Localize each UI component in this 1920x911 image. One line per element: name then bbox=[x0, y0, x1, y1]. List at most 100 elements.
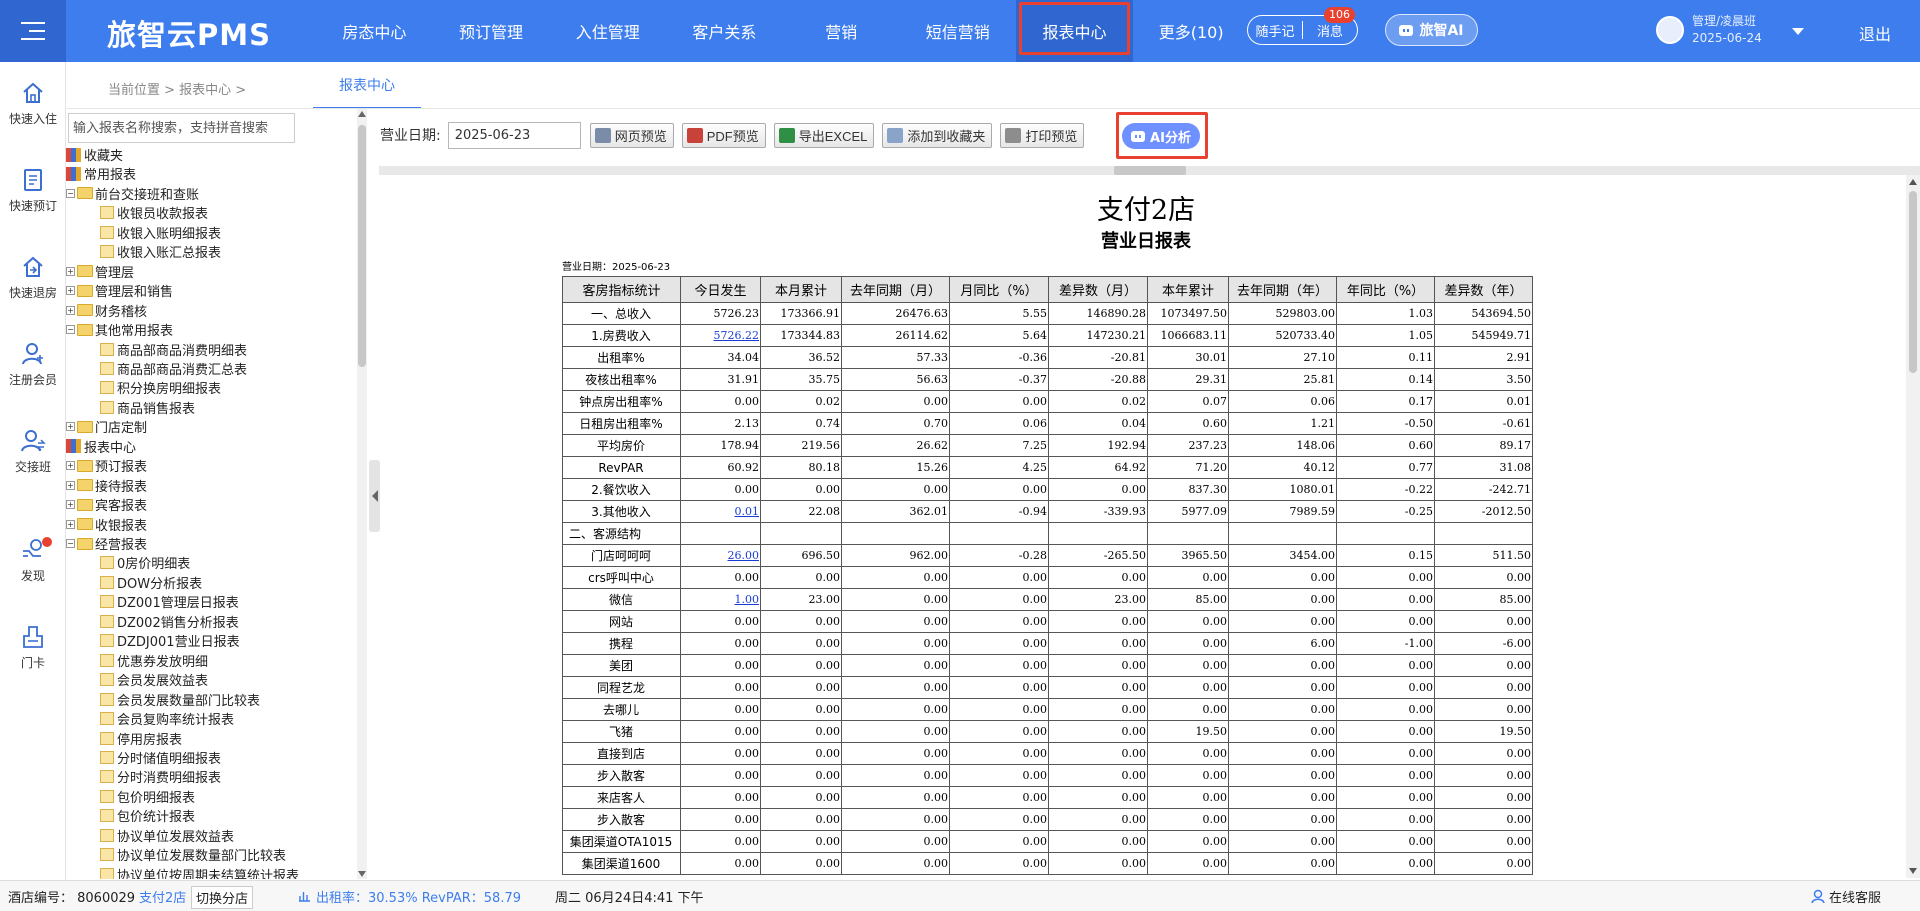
tree-item-label: 协议单位发展数量部门比较表 bbox=[117, 849, 287, 865]
value-cell: -0.50 bbox=[1336, 412, 1435, 435]
expand-icon[interactable]: + bbox=[66, 500, 75, 510]
logout-button[interactable]: 退出 bbox=[1859, 21, 1891, 45]
expand-icon[interactable]: + bbox=[66, 422, 75, 432]
tree-item[interactable]: DZ001管理层日报表 bbox=[100, 592, 239, 611]
ai-assistant-button[interactable]: 旅智AI bbox=[1385, 14, 1478, 46]
export-excel-button[interactable]: 导出EXCEL bbox=[773, 122, 875, 148]
expand-icon[interactable]: + bbox=[66, 480, 75, 490]
tree-item[interactable]: 收藏夹 bbox=[66, 145, 123, 164]
tree-item[interactable]: DZ002销售分析报表 bbox=[100, 612, 239, 631]
tree-item[interactable]: 收银入账汇总报表 bbox=[100, 242, 221, 261]
tree-scrollbar[interactable] bbox=[357, 109, 367, 879]
tree-item[interactable]: 常用报表 bbox=[66, 164, 136, 183]
nav-room-status[interactable]: 房态中心 bbox=[316, 0, 433, 62]
nav-reservations[interactable]: 预订管理 bbox=[433, 0, 550, 62]
nav-reports[interactable]: 报表中心 bbox=[1016, 0, 1133, 62]
collapse-icon[interactable]: − bbox=[66, 539, 75, 548]
tree-item[interactable]: 商品部商品消费明细表 bbox=[100, 340, 247, 359]
tree-item[interactable]: 协议单位发展数量部门比较表 bbox=[100, 845, 286, 864]
rail-discover[interactable]: 发现 bbox=[0, 537, 66, 584]
tree-item[interactable]: 收银入账明细报表 bbox=[100, 223, 221, 242]
tree-item[interactable]: − 经营报表 bbox=[66, 534, 147, 553]
report-scroll-thumb[interactable] bbox=[1909, 191, 1917, 373]
tree-item[interactable]: 商品部商品消费汇总表 bbox=[100, 359, 247, 378]
tree-item[interactable]: + 门店定制 bbox=[66, 417, 147, 436]
business-date-input[interactable] bbox=[447, 121, 581, 149]
tree-scroll-thumb[interactable] bbox=[358, 125, 366, 367]
switch-store-button[interactable]: 切换分店 bbox=[191, 886, 254, 909]
tree-item[interactable]: 包价统计报表 bbox=[100, 806, 195, 825]
rail-quick-checkin[interactable]: 快速入住 bbox=[0, 80, 66, 127]
tree-item[interactable]: 停用房报表 bbox=[100, 729, 182, 748]
report-scrollbar[interactable] bbox=[1906, 175, 1920, 878]
tree-item[interactable]: 协议单位发展效益表 bbox=[100, 826, 234, 845]
tree-item[interactable]: 0房价明细表 bbox=[100, 553, 190, 572]
tree-item[interactable]: 会员发展数量部门比较表 bbox=[100, 690, 260, 709]
drilldown-link[interactable]: 0.01 bbox=[735, 505, 760, 518]
scroll-up-icon[interactable] bbox=[358, 111, 366, 117]
nav-customers[interactable]: 客户关系 bbox=[666, 0, 783, 62]
expand-icon[interactable]: + bbox=[66, 461, 75, 471]
notes-button[interactable]: 随手记 bbox=[1248, 21, 1302, 40]
tree-item[interactable]: + 收银报表 bbox=[66, 515, 147, 534]
chevron-down-icon[interactable] bbox=[1792, 28, 1804, 35]
scroll-up-icon[interactable] bbox=[1909, 179, 1917, 185]
value-cell: 362.01 bbox=[841, 500, 950, 523]
collapse-icon[interactable]: − bbox=[66, 188, 75, 198]
tree-item[interactable]: 分时消费明细报表 bbox=[100, 767, 221, 786]
tree-item[interactable]: + 预订报表 bbox=[66, 456, 147, 475]
ai-analysis-button[interactable]: AI分析 bbox=[1122, 123, 1200, 149]
messages-button[interactable]: 消息 bbox=[1303, 21, 1357, 40]
rail-quick-checkout[interactable]: 快速退房 bbox=[0, 254, 66, 301]
tab-report-center[interactable]: 报表中心 bbox=[313, 62, 421, 109]
drilldown-link[interactable]: 26.00 bbox=[728, 549, 760, 562]
nav-marketing[interactable]: 营销 bbox=[783, 0, 900, 62]
tree-item[interactable]: − 其他常用报表 bbox=[66, 320, 173, 339]
expand-icon[interactable]: + bbox=[66, 519, 75, 529]
current-store-link[interactable]: 支付2店 bbox=[139, 887, 186, 906]
scroll-down-icon[interactable] bbox=[358, 871, 366, 877]
expand-icon[interactable]: + bbox=[66, 286, 75, 296]
tree-item[interactable]: + 接待报表 bbox=[66, 476, 147, 495]
drilldown-link[interactable]: 1.00 bbox=[735, 593, 760, 606]
nav-sms-marketing[interactable]: 短信营销 bbox=[899, 0, 1016, 62]
tree-item[interactable]: 包价明细报表 bbox=[100, 787, 195, 806]
tree-item[interactable]: 分时储值明细报表 bbox=[100, 748, 221, 767]
web-preview-button[interactable]: 网页预览 bbox=[589, 122, 674, 148]
tree-item[interactable]: 协议单位按周期未结算统计报表 bbox=[100, 865, 299, 879]
nav-more[interactable]: 更多(10) bbox=[1133, 0, 1250, 62]
tree-item[interactable]: + 财务稽核 bbox=[66, 301, 147, 320]
rail-quick-booking[interactable]: 快速预订 bbox=[0, 167, 66, 214]
nav-checkin[interactable]: 入住管理 bbox=[549, 0, 666, 62]
tree-item[interactable]: 收银员收款报表 bbox=[100, 203, 208, 222]
tree-item[interactable]: 会员发展效益表 bbox=[100, 670, 208, 689]
tree-item[interactable]: + 管理层和销售 bbox=[66, 281, 173, 300]
expand-icon[interactable]: + bbox=[66, 266, 75, 276]
collapse-tree-handle[interactable] bbox=[369, 460, 380, 532]
tree-item[interactable]: DZDJ001营业日报表 bbox=[100, 631, 240, 650]
online-support-button[interactable]: 在线客服 bbox=[1811, 887, 1881, 906]
tree-item[interactable]: 会员复购率统计报表 bbox=[100, 709, 234, 728]
report-search-input[interactable] bbox=[68, 113, 295, 143]
tree-item[interactable]: + 宾客报表 bbox=[66, 495, 147, 514]
tree-item[interactable]: 报表中心 bbox=[66, 437, 136, 456]
collapse-icon[interactable]: − bbox=[66, 325, 75, 335]
tree-item[interactable]: 优惠券发放明细 bbox=[100, 651, 208, 670]
tree-item[interactable]: DOW分析报表 bbox=[100, 573, 202, 592]
report-frame-handle[interactable] bbox=[1114, 166, 1186, 175]
add-to-favorites-button[interactable]: 添加到收藏夹 bbox=[882, 122, 993, 148]
print-preview-button[interactable]: 打印预览 bbox=[1000, 122, 1085, 148]
tree-item[interactable]: 商品销售报表 bbox=[100, 398, 195, 417]
menu-toggle-button[interactable] bbox=[0, 0, 66, 62]
pdf-preview-button[interactable]: PDF预览 bbox=[681, 122, 766, 148]
tree-item[interactable]: − 前台交接班和查账 bbox=[66, 184, 199, 203]
tree-item[interactable]: + 管理层 bbox=[66, 262, 134, 281]
rail-register-member[interactable]: 注册会员 bbox=[0, 341, 66, 388]
scroll-down-icon[interactable] bbox=[1909, 868, 1917, 874]
tree-item[interactable]: 积分换房明细报表 bbox=[100, 378, 221, 397]
expand-icon[interactable]: + bbox=[66, 305, 75, 315]
rail-room-card[interactable]: 门卡 bbox=[0, 624, 66, 671]
drilldown-link[interactable]: 5726.22 bbox=[714, 329, 760, 342]
user-menu[interactable]: 管理/凌晨班 2025-06-24 bbox=[1656, 13, 1762, 47]
rail-shift-handover[interactable]: 交接班 bbox=[0, 428, 66, 475]
